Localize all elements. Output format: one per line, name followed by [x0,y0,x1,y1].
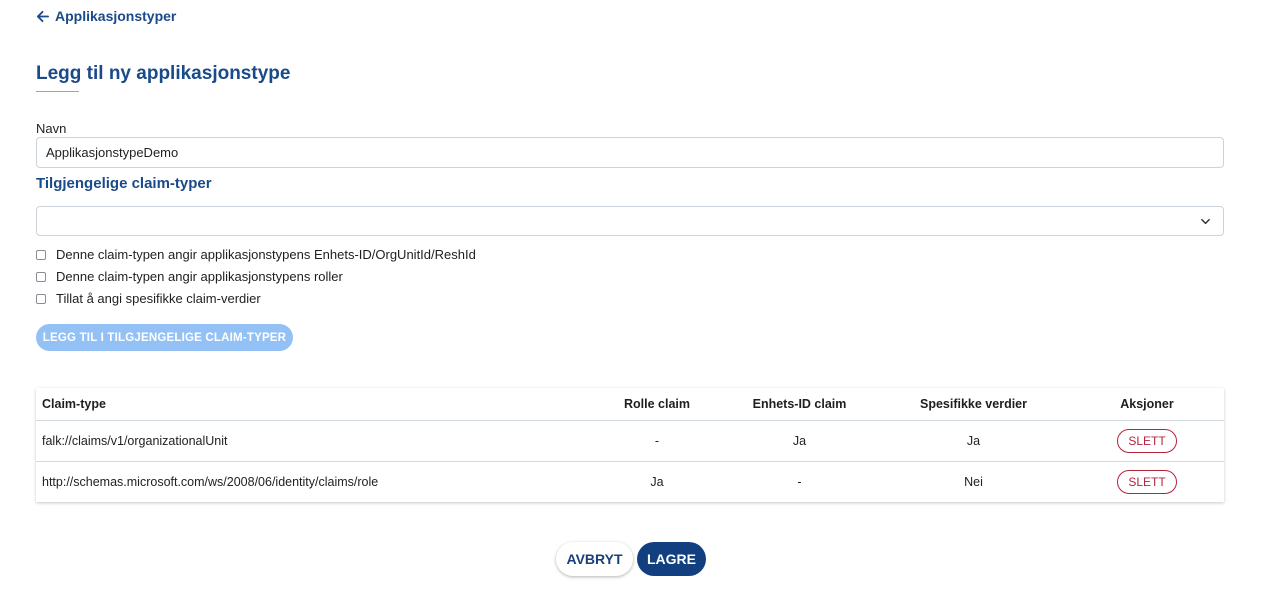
cell-enhets-id-claim: Ja [722,420,877,462]
claim-types-table: Claim-type Rolle claim Enhets-ID claim S… [36,388,1224,502]
checkbox-box[interactable] [36,249,46,260]
name-label: Navn [36,121,67,136]
table-header-row: Claim-type Rolle claim Enhets-ID claim S… [36,388,1224,421]
back-link[interactable]: Applikasjonstyper [36,8,176,24]
name-input[interactable] [36,137,1224,168]
table-row: falk://claims/v1/organizationalUnit - Ja… [36,420,1224,462]
cancel-button[interactable]: AVBRYT [556,542,633,576]
cell-spesifikke-verdier: Ja [877,420,1070,462]
cell-spesifikke-verdier: Nei [964,475,983,489]
claim-types-title: Tilgjengelige claim-typer [36,175,212,192]
checkbox-label: Denne claim-typen angir applikasjonstype… [56,247,476,262]
save-button[interactable]: LAGRE [637,542,706,576]
title-underline [36,91,79,92]
cell-aksjoner: SLETT [1070,420,1224,462]
cell-rolle-claim: Ja [650,475,664,489]
checkbox-box[interactable] [36,293,46,304]
header-claim-type: Claim-type [36,388,592,421]
header-aksjoner: Aksjoner [1070,388,1224,421]
page-title: Legg til ny applikasjonstype [36,63,291,84]
checkbox-spesifikke-verdier[interactable]: Tillat å angi spesifikke claim-verdier [36,291,261,306]
cell-rolle-claim: - [592,420,722,462]
cell-aksjoner: SLETT [1070,462,1224,503]
header-enhets-id-claim: Enhets-ID claim [722,388,877,421]
chevron-down-icon [1201,218,1210,225]
add-claim-type-button[interactable]: LEGG TIL I TILGJENGELIGE CLAIM-TYPER [36,324,293,351]
delete-button[interactable]: SLETT [1117,470,1177,494]
cell-enhets-id-claim: - [797,475,802,489]
cell-claim-type: falk://claims/v1/organizationalUnit [36,420,592,462]
page: Applikasjonstyper Legg til ny applikasjo… [0,0,1261,615]
claim-type-select[interactable] [36,206,1224,236]
header-spesifikke-verdier: Spesifikke verdier [877,388,1070,421]
checkbox-roller[interactable]: Denne claim-typen angir applikasjonstype… [36,269,343,284]
checkbox-box[interactable] [36,271,46,282]
checkbox-enhets-id[interactable]: Denne claim-typen angir applikasjonstype… [36,247,476,262]
table-row: http://schemas.microsoft.com/ws/2008/06/… [36,462,1224,503]
checkbox-label: Tillat å angi spesifikke claim-verdier [56,291,261,306]
delete-button[interactable]: SLETT [1117,429,1177,453]
header-rolle-claim: Rolle claim [592,388,722,421]
back-link-label: Applikasjonstyper [55,8,177,24]
checkbox-label: Denne claim-typen angir applikasjonstype… [56,269,343,284]
arrow-left-icon [36,10,49,22]
cell-claim-type: http://schemas.microsoft.com/ws/2008/06/… [42,475,379,489]
